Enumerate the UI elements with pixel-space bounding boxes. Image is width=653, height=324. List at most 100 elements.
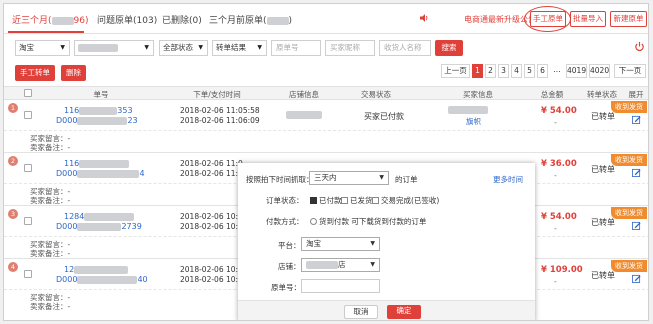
internal-order-number[interactable]: D000 40 (56, 275, 148, 284)
tab-count: 96) (73, 16, 89, 26)
bulk-import-button[interactable]: 批量导入 (570, 11, 606, 27)
order-number[interactable]: 116 353 (64, 106, 133, 115)
shipped-badge: 收到发货 (611, 207, 647, 219)
status-select[interactable]: 全部状态 ▼ (159, 40, 208, 56)
buyer-flag-link[interactable]: 旗帜 (466, 116, 481, 127)
row-checkbox[interactable] (24, 111, 32, 119)
internal-order-number[interactable]: D000 4 (56, 169, 145, 178)
checkbox-checked-icon (310, 196, 317, 204)
platform-label: 平台： (278, 241, 301, 250)
status-paid-option[interactable]: 已付款 (310, 195, 342, 206)
row-badge: 3 (8, 209, 18, 219)
shipped-badge: 收到发货 (611, 260, 647, 272)
convert-status: 已转单 (591, 271, 615, 280)
internal-order-number[interactable]: D000 23 (56, 116, 138, 125)
checkbox-icon (341, 196, 348, 204)
page-button[interactable]: 4020 (589, 64, 610, 78)
edit-icon[interactable] (632, 168, 641, 177)
cod-option[interactable]: 货到付款 可下载货到付款的订单 (310, 216, 426, 227)
col-shop: 店铺信息 (289, 90, 319, 99)
modal-shop-suffix: 店 (338, 260, 346, 269)
internal-suffix: 40 (137, 275, 148, 284)
caret-down-icon: ▼ (198, 44, 203, 51)
edit-icon[interactable] (632, 221, 641, 230)
order-number[interactable]: 116 (64, 159, 130, 168)
edit-icon[interactable] (632, 274, 641, 283)
blurred-digits (74, 265, 129, 274)
page-button[interactable]: 4 (511, 64, 522, 78)
power-icon[interactable] (634, 41, 645, 52)
order-no-input[interactable]: 原单号 (271, 40, 321, 56)
convert-result-select[interactable]: 转单结果 ▼ (212, 40, 267, 56)
seller-remark: 卖家备注：- (30, 302, 71, 311)
platform-select[interactable]: 淘宝 ▼ (15, 40, 70, 56)
new-order-button[interactable]: 新建原单 (610, 11, 647, 27)
confirm-button[interactable]: 确定 (387, 305, 421, 319)
filter-bar: 淘宝 ▼ ▼ 全部状态 ▼ 转单结果 ▼ 原单号 买家昵称 收货人名称 搜索 (4, 40, 648, 58)
platform-value: 淘宝 (19, 43, 34, 52)
shop-select[interactable]: ▼ (74, 40, 154, 56)
pay-time: 2018-02-06 10:5 (180, 222, 243, 231)
edit-icon[interactable] (632, 115, 641, 124)
page-button[interactable]: 5 (524, 64, 535, 78)
dialog-footer: 取消 确定 (238, 300, 535, 320)
col-trade-status: 交易状态 (361, 90, 391, 99)
seller-remark: 卖家备注：- (30, 249, 71, 258)
tab-older-orders[interactable]: 三个月前原单() (209, 13, 292, 26)
delete-button[interactable]: 删除 (61, 65, 86, 81)
col-convert-status: 转单状态 (587, 90, 617, 99)
row-checkbox[interactable] (24, 270, 32, 278)
cancel-button[interactable]: 取消 (344, 305, 378, 319)
page-button[interactable]: 4019 (566, 64, 587, 78)
order-number-prefix: 116 (64, 159, 80, 168)
grab-time-select[interactable]: 三天内 ▼ (309, 171, 389, 185)
internal-order-number[interactable]: D000 2739 (56, 222, 142, 231)
more-time-link[interactable]: 更多时间 (493, 174, 523, 185)
shipped-badge: 收到发货 (611, 101, 647, 113)
order-number-prefix: 12 (64, 265, 75, 274)
pay-time: 2018-02-06 10:5 (180, 275, 243, 284)
blurred-digits (77, 275, 138, 284)
page-button[interactable]: 1 (472, 64, 483, 78)
total-amount: ¥ 109.00 (541, 265, 583, 275)
order-number[interactable]: 1284 (64, 212, 135, 221)
modal-shop-select[interactable]: 店 ▼ (301, 258, 380, 272)
status-completed-option[interactable]: 交易完成(已签收) (372, 195, 439, 206)
page-button[interactable]: 3 (498, 64, 509, 78)
order-number[interactable]: 12 (64, 265, 129, 274)
modal-order-no-input[interactable] (301, 279, 380, 293)
manual-convert-button[interactable]: 手工转单 (15, 65, 55, 81)
tab-label: 近三个月( (12, 16, 52, 26)
modal-platform-select[interactable]: 淘宝 ▼ (301, 237, 380, 251)
pagination: 上一页 1 2 3 4 5 6 ... 4019 4020 下一页 (441, 64, 648, 78)
order-status-label: 订单状态： (266, 196, 304, 205)
blurred-count (51, 16, 74, 25)
prev-page-button[interactable]: 上一页 (441, 64, 470, 78)
tab-recent-three-months[interactable]: 近三个月( 96) (12, 13, 88, 26)
order-number-prefix: 1284 (64, 212, 85, 221)
grab-time-value: 三天内 (314, 173, 337, 182)
col-total: 总金额 (540, 90, 564, 99)
page-button[interactable]: 2 (485, 64, 496, 78)
status-value: 全部状态 (163, 43, 193, 52)
next-page-button[interactable]: 下一页 (614, 64, 646, 78)
amount-dash: - (554, 277, 557, 286)
tab-deleted[interactable]: 已删除(0) (162, 13, 202, 26)
convert-status: 已转单 (591, 218, 615, 227)
pay-time: 2018-02-06 11:0 (180, 169, 243, 178)
page-button[interactable]: 6 (537, 64, 548, 78)
buyer-nick-input[interactable]: 买家昵称 (325, 40, 375, 56)
status-shipped-option[interactable]: 已发货 (341, 195, 373, 206)
blurred-digits (77, 222, 122, 231)
total-amount: ¥ 54.00 (541, 212, 577, 222)
select-all-checkbox[interactable] (24, 89, 32, 97)
tab-problem-orders[interactable]: 问题原单(103) (97, 13, 157, 26)
row-badge: 2 (8, 156, 18, 166)
total-amount: ¥ 36.00 (541, 159, 577, 169)
radio-icon (310, 217, 317, 225)
row-checkbox[interactable] (24, 164, 32, 172)
row-checkbox[interactable] (24, 217, 32, 225)
receiver-name-input[interactable]: 收货人名称 (379, 40, 431, 56)
cod-label: 货到付款 可下载货到付款的订单 (319, 217, 427, 226)
search-button[interactable]: 搜索 (435, 40, 463, 56)
